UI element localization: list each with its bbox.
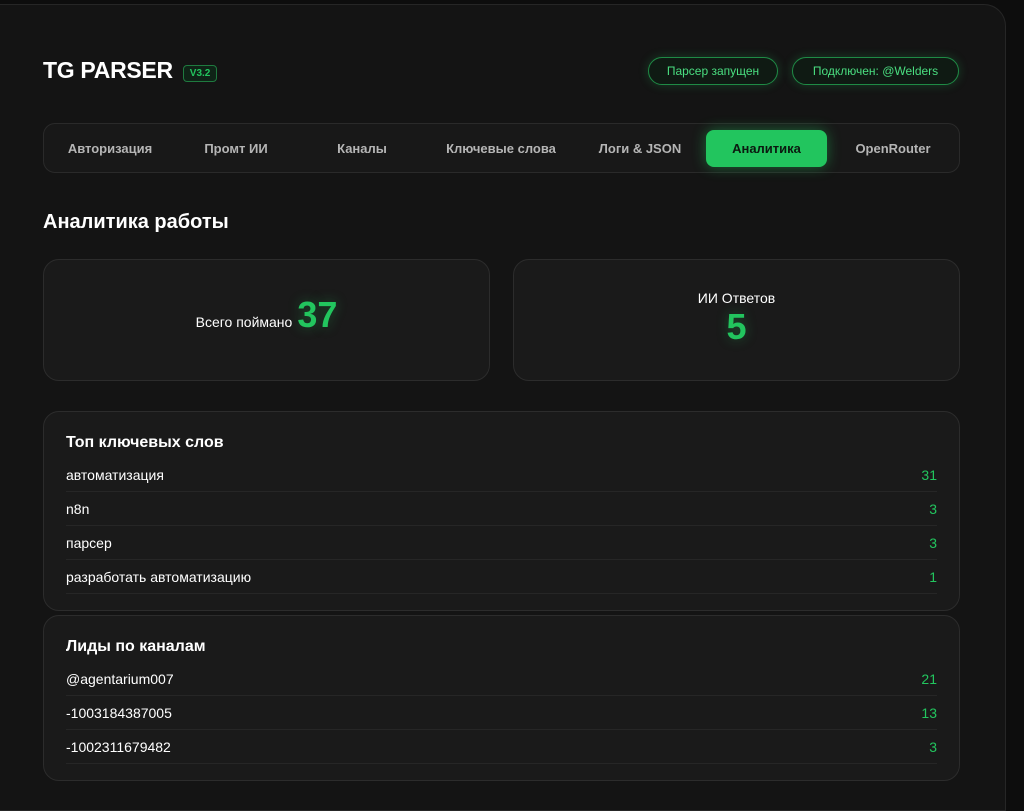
channel-count: 21	[921, 670, 937, 687]
ai-responses-value: 5	[726, 306, 747, 347]
tab-bar: Авторизация Промт ИИ Каналы Ключевые сло…	[43, 123, 960, 173]
parser-status-badge: Парсер запущен	[648, 57, 778, 85]
tab-authorization[interactable]: Авторизация	[52, 130, 168, 167]
channel-count: 3	[929, 738, 937, 755]
connection-status-badge: Подключен: @Welders	[792, 57, 959, 85]
tab-openrouter[interactable]: OpenRouter	[834, 130, 952, 167]
total-caught-value: 37	[297, 294, 338, 335]
ai-responses-card: ИИ Ответов 5	[513, 259, 960, 381]
tab-ai-prompt[interactable]: Промт ИИ	[172, 130, 300, 167]
tab-logs-json[interactable]: Логи & JSON	[580, 130, 700, 167]
list-item: -1002311679482 3	[66, 730, 937, 764]
keyword-count: 31	[921, 466, 937, 483]
list-item: автоматизация 31	[66, 458, 937, 492]
header: TG PARSER V3.2 Парсер запущен Подключен:…	[43, 55, 960, 89]
total-caught-label: Всего поймано	[195, 314, 293, 330]
tab-keywords[interactable]: Ключевые слова	[426, 130, 576, 167]
top-keywords-card: Топ ключевых слов автоматизация 31 n8n 3…	[43, 411, 960, 611]
channel-label: -1002311679482	[66, 738, 171, 755]
list-item: @agentarium007 21	[66, 662, 937, 696]
leads-by-channel-title: Лиды по каналам	[66, 638, 206, 655]
tab-analytics[interactable]: Аналитика	[706, 130, 827, 167]
top-keywords-list: автоматизация 31 n8n 3 парсер 3 разработ…	[66, 458, 937, 594]
list-item: n8n 3	[66, 492, 937, 526]
app-title: TG PARSER	[43, 57, 173, 83]
top-keywords-title: Топ ключевых слов	[66, 434, 224, 451]
app-window: TG PARSER V3.2 Парсер запущен Подключен:…	[0, 4, 1006, 811]
channel-count: 13	[921, 704, 937, 721]
channel-label: @agentarium007	[66, 670, 174, 687]
leads-by-channel-card: Лиды по каналам @agentarium007 21 -10031…	[43, 615, 960, 781]
brand: TG PARSER V3.2	[43, 57, 218, 84]
ai-responses-label: ИИ Ответов	[697, 290, 776, 306]
list-item: -1003184387005 13	[66, 696, 937, 730]
version-badge: V3.2	[182, 65, 218, 82]
keyword-count: 1	[929, 568, 937, 585]
list-item: парсер 3	[66, 526, 937, 560]
list-item: разработать автоматизацию 1	[66, 560, 937, 594]
keyword-count: 3	[929, 500, 937, 517]
keyword-count: 3	[929, 534, 937, 551]
keyword-label: разработать автоматизацию	[66, 568, 252, 585]
keyword-label: n8n	[66, 500, 90, 517]
page-title: Аналитика работы	[43, 211, 229, 233]
keyword-label: автоматизация	[66, 466, 164, 483]
keyword-label: парсер	[66, 534, 112, 551]
total-caught-card: Всего поймано 37	[43, 259, 490, 381]
channel-label: -1003184387005	[66, 704, 172, 721]
tab-channels[interactable]: Каналы	[302, 130, 422, 167]
leads-by-channel-list: @agentarium007 21 -1003184387005 13 -100…	[66, 662, 937, 764]
